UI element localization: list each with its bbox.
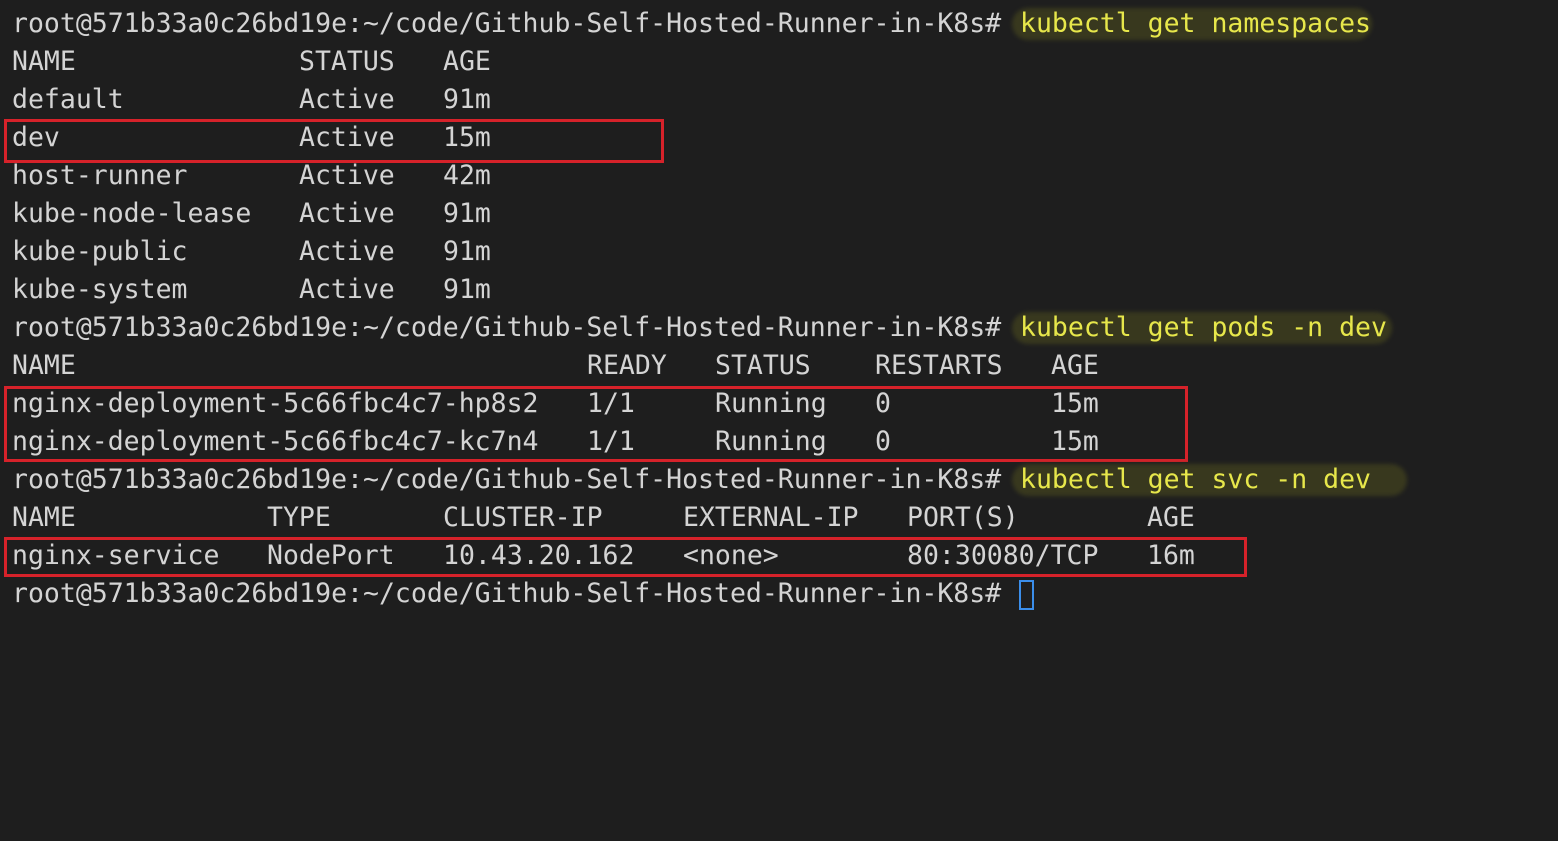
namespace-name: kube-public xyxy=(12,236,188,267)
namespace-age: 91m xyxy=(443,198,491,229)
svc-header: NAME TYPE CLUSTER-IP EXTERNAL-IP PORT(S)… xyxy=(0,499,1195,537)
namespace-age: 91m xyxy=(443,236,491,267)
prompt: root@571b33a0c26bd19e:~/code/Github-Self… xyxy=(12,8,1002,39)
header-age: AGE xyxy=(1147,502,1195,533)
prompt-line-1: root@571b33a0c26bd19e:~/code/Github-Self… xyxy=(0,5,1371,43)
header-restarts: RESTARTS xyxy=(875,350,1003,381)
namespace-row: default Active 91m xyxy=(0,81,491,119)
header-cluster-ip: CLUSTER-IP xyxy=(443,502,603,533)
prompt-line-4: root@571b33a0c26bd19e:~/code/Github-Self… xyxy=(0,575,1001,613)
header-status: STATUS xyxy=(299,46,395,77)
namespace-age: 91m xyxy=(443,84,491,115)
header-status: STATUS xyxy=(715,350,811,381)
header-ports: PORT(S) xyxy=(907,502,1019,533)
namespace-name: kube-system xyxy=(12,274,188,305)
header-name: NAME xyxy=(12,46,76,77)
pods-highlight-box xyxy=(4,386,1188,462)
prompt: root@571b33a0c26bd19e:~/code/Github-Self… xyxy=(12,578,1002,609)
command-get-pods: kubectl get pods -n dev xyxy=(1020,312,1387,343)
header-type: TYPE xyxy=(267,502,331,533)
dev-namespace-highlight-box xyxy=(4,119,664,163)
terminal-window[interactable]: root@571b33a0c26bd19e:~/code/Github-Self… xyxy=(0,0,1558,632)
namespace-name: kube-node-lease xyxy=(12,198,252,229)
header-name: NAME xyxy=(12,502,76,533)
namespaces-header: NAME STATUS AGE xyxy=(0,43,491,81)
namespace-status: Active xyxy=(299,236,395,267)
header-ready: READY xyxy=(587,350,667,381)
prompt: root@571b33a0c26bd19e:~/code/Github-Self… xyxy=(12,312,1002,343)
namespace-row: kube-node-lease Active 91m xyxy=(0,195,491,233)
header-external-ip: EXTERNAL-IP xyxy=(683,502,859,533)
header-age: AGE xyxy=(1051,350,1099,381)
svc-highlight-box xyxy=(4,537,1247,577)
command-get-namespaces: kubectl get namespaces xyxy=(1020,8,1371,39)
prompt-line-2: root@571b33a0c26bd19e:~/code/Github-Self… xyxy=(0,309,1387,347)
namespace-status: Active xyxy=(299,198,395,229)
pods-header: NAME READY STATUS RESTARTS AGE xyxy=(0,347,1099,385)
header-age: AGE xyxy=(443,46,491,77)
namespace-age: 91m xyxy=(443,274,491,305)
header-name: NAME xyxy=(12,350,76,381)
text-cursor[interactable] xyxy=(1019,580,1034,610)
namespace-name: default xyxy=(12,84,124,115)
namespace-status: Active xyxy=(299,274,395,305)
namespace-row: kube-public Active 91m xyxy=(0,233,491,271)
prompt-line-3: root@571b33a0c26bd19e:~/code/Github-Self… xyxy=(0,461,1371,499)
prompt: root@571b33a0c26bd19e:~/code/Github-Self… xyxy=(12,464,1002,495)
namespace-row: kube-system Active 91m xyxy=(0,271,491,309)
command-get-svc: kubectl get svc -n dev xyxy=(1020,464,1371,495)
namespace-status: Active xyxy=(299,84,395,115)
